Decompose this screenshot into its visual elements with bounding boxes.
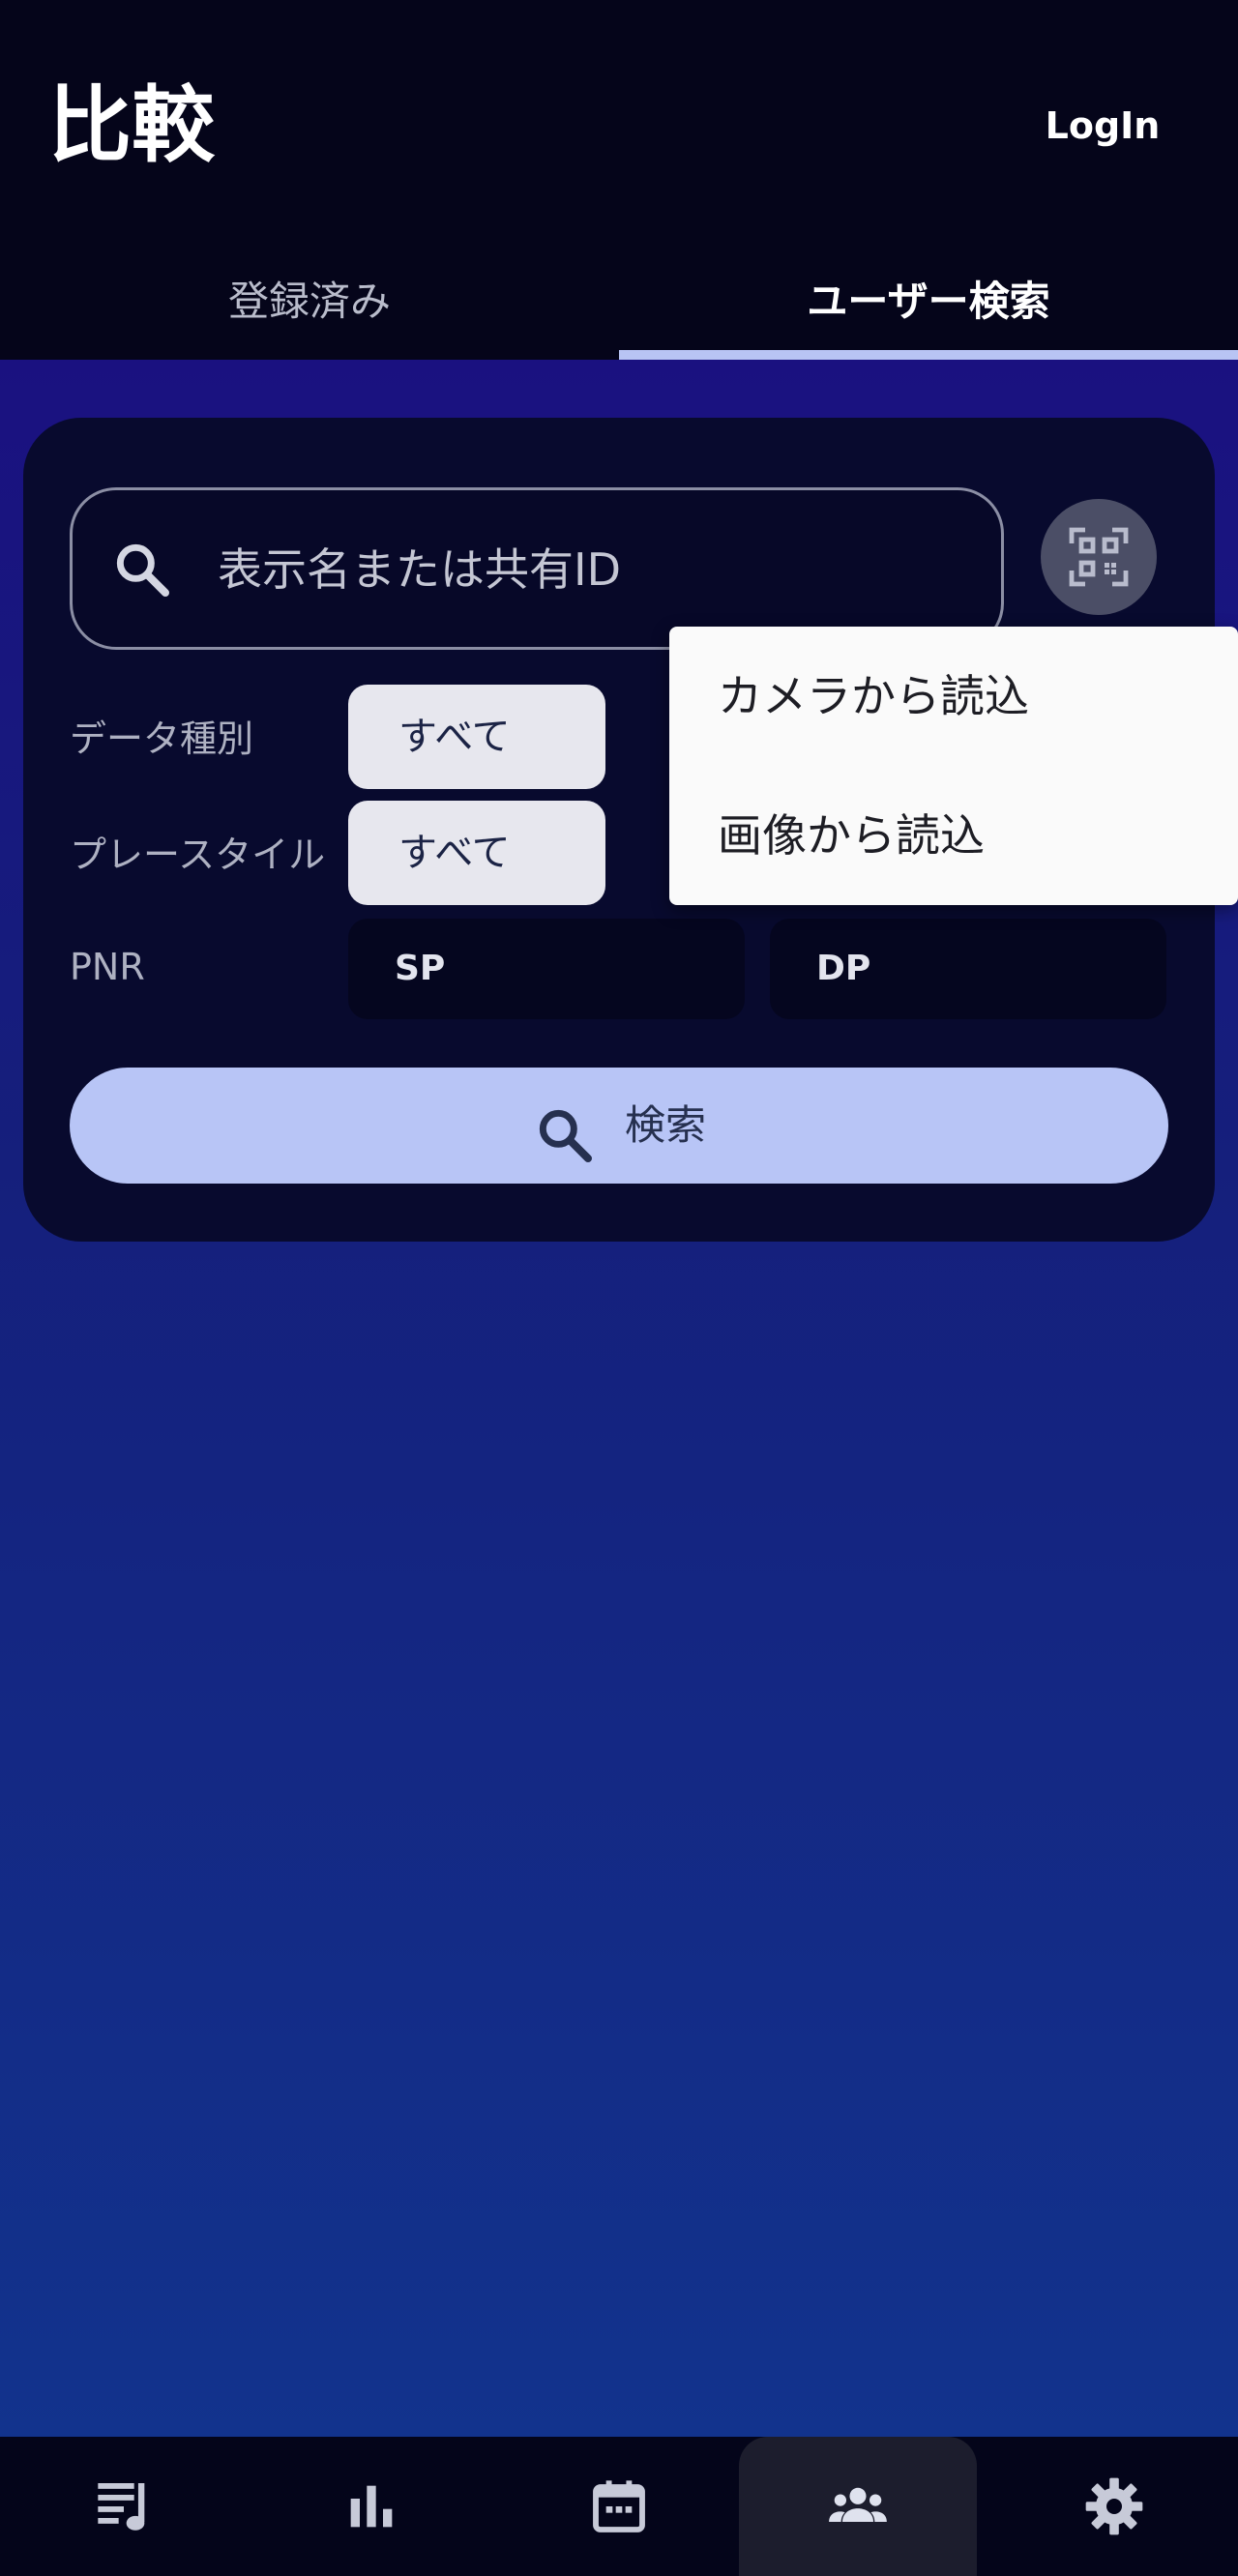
nav-item-stats[interactable] [248, 2437, 495, 2576]
data-type-label: データ種別 [70, 717, 254, 760]
login-button[interactable]: LogIn [1016, 92, 1190, 160]
data-type-chip-all[interactable]: すべて [348, 685, 605, 789]
tab-user-search[interactable]: ユーザー検索 [619, 253, 1238, 350]
app-bar: 比較 LogIn 登録済み ユーザー検索 [0, 0, 1238, 360]
play-style-chip-all[interactable]: すべて [348, 801, 605, 905]
pnr-chip-sp[interactable]: SP [348, 919, 745, 1019]
nav-item-users[interactable] [739, 2437, 977, 2576]
bottom-navigation [0, 2437, 1238, 2576]
search-icon [111, 539, 173, 600]
search-field[interactable] [70, 487, 1004, 650]
tab-indicator [619, 350, 1238, 360]
play-style-label: プレースタイル [70, 834, 326, 876]
search-input[interactable] [218, 519, 972, 620]
nav-item-settings[interactable] [990, 2437, 1238, 2576]
nav-item-music-list[interactable] [0, 2437, 248, 2576]
page-title: 比較 [48, 77, 215, 174]
qr-scan-button[interactable] [1041, 499, 1157, 615]
search-button-label: 検索 [625, 1101, 707, 1149]
menu-item-image[interactable]: 画像から読込 [669, 766, 1238, 905]
menu-item-camera[interactable]: カメラから読込 [669, 627, 1238, 766]
search-button[interactable]: 検索 [70, 1068, 1168, 1184]
pnr-chip-dp[interactable]: DP [770, 919, 1166, 1019]
tab-registered[interactable]: 登録済み [0, 253, 619, 350]
qr-source-menu: カメラから読込 画像から読込 [669, 627, 1238, 905]
pnr-label: PNR [70, 946, 145, 988]
nav-item-calendar[interactable] [495, 2437, 743, 2576]
search-icon [534, 1095, 596, 1211]
